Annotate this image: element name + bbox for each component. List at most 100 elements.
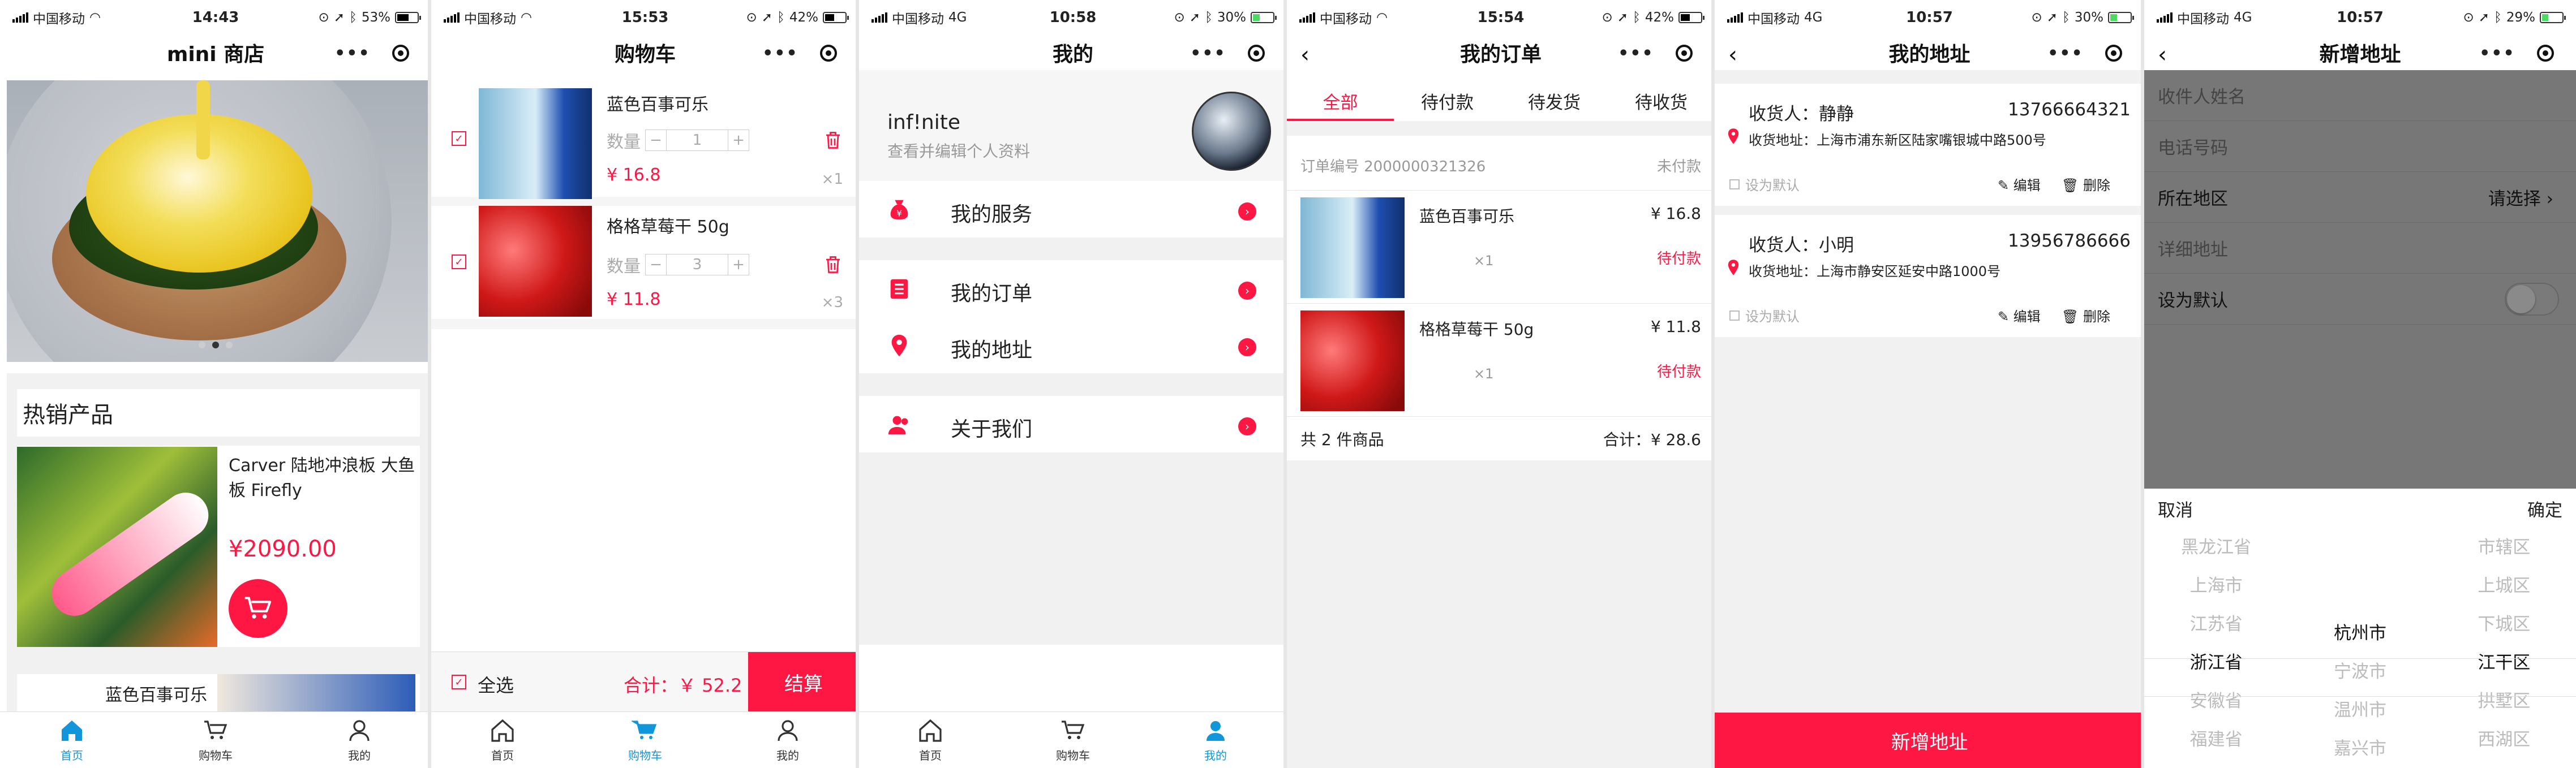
tab-home[interactable]: 首页 bbox=[0, 712, 144, 768]
city-option[interactable]: 温州市 bbox=[2334, 691, 2386, 730]
close-miniapp-icon[interactable] bbox=[2536, 45, 2554, 62]
tab-home[interactable]: 首页 bbox=[431, 712, 574, 768]
province-option[interactable]: 浙江省 bbox=[2190, 644, 2243, 682]
menu-item-service[interactable]: ¥ 我的服务 › bbox=[859, 181, 1287, 238]
delete-button[interactable]: 🗑 删除 bbox=[2062, 305, 2110, 325]
tab-cart[interactable]: 购物车 bbox=[1002, 712, 1144, 768]
back-icon[interactable]: ‹ bbox=[2158, 42, 2167, 68]
district-option[interactable]: 滨江区 bbox=[2478, 759, 2530, 768]
district-option[interactable]: 下城区 bbox=[2478, 605, 2530, 644]
more-icon[interactable]: ••• bbox=[334, 44, 371, 63]
item-image[interactable] bbox=[479, 88, 592, 199]
province-option[interactable]: 上海市 bbox=[2190, 567, 2243, 605]
province-option[interactable]: 福建省 bbox=[2190, 720, 2243, 759]
page-title: 购物车 bbox=[614, 43, 676, 66]
city-option[interactable]: 杭州市 bbox=[2334, 614, 2386, 653]
minus-button[interactable]: − bbox=[646, 130, 666, 150]
edit-button[interactable]: ✎ 编辑 bbox=[1998, 174, 2041, 194]
cancel-button[interactable]: 取消 bbox=[2158, 496, 2193, 521]
profile-card[interactable]: inf!nite 查看并编辑个人资料 bbox=[859, 70, 1287, 181]
menu-item-about[interactable]: 关于我们 › bbox=[859, 396, 1287, 452]
city-option[interactable]: 宁波市 bbox=[2334, 653, 2386, 691]
confirm-button[interactable]: 确定 bbox=[2527, 496, 2562, 521]
indicator-dot[interactable] bbox=[226, 342, 233, 348]
order-card[interactable]: 订单编号 2000000321326 未付款 蓝色百事可乐 ¥ 16.8 ×1 待… bbox=[1287, 136, 1715, 460]
menu-item-address[interactable]: 我的地址 › bbox=[859, 317, 1287, 373]
bluetooth-icon: ᛒ bbox=[2062, 10, 2070, 25]
district-option[interactable]: 拱墅区 bbox=[2478, 682, 2530, 720]
qty-input[interactable]: 3 bbox=[666, 254, 728, 275]
close-miniapp-icon[interactable] bbox=[2105, 45, 2122, 62]
more-icon[interactable]: ••• bbox=[2479, 44, 2515, 63]
minus-button[interactable]: − bbox=[646, 254, 666, 275]
region-field[interactable]: 所在地区 请选择 › bbox=[2144, 172, 2576, 223]
carrier: 中国移动 bbox=[464, 12, 516, 27]
banner-carousel[interactable] bbox=[7, 80, 431, 362]
set-default-checkbox[interactable]: 设为默认 bbox=[1729, 174, 1800, 194]
province-option[interactable]: 黑龙江省 bbox=[2181, 528, 2251, 567]
tab-mine[interactable]: 我的 bbox=[1144, 712, 1287, 768]
name-field[interactable]: 收件人姓名 bbox=[2144, 70, 2576, 121]
qty-input[interactable]: 1 bbox=[666, 130, 728, 150]
tab-cart[interactable]: 购物车 bbox=[574, 712, 716, 768]
back-icon[interactable]: ‹ bbox=[1300, 42, 1310, 68]
tab-mine[interactable]: 我的 bbox=[287, 712, 431, 768]
indicator-dot-active[interactable] bbox=[212, 342, 219, 348]
more-icon[interactable]: ••• bbox=[1618, 44, 1654, 63]
detail-field[interactable]: 详细地址 bbox=[2144, 223, 2576, 274]
close-miniapp-icon[interactable] bbox=[819, 45, 837, 62]
district-option[interactable]: 上城区 bbox=[2478, 567, 2530, 605]
district-option[interactable]: 江干区 bbox=[2478, 644, 2530, 682]
item-image[interactable] bbox=[479, 206, 592, 317]
close-miniapp-icon[interactable] bbox=[1675, 45, 1693, 62]
delete-button[interactable]: 🗑 删除 bbox=[2062, 174, 2110, 194]
menu-item-orders[interactable]: 我的订单 › bbox=[859, 260, 1287, 317]
close-miniapp-icon[interactable] bbox=[1247, 45, 1265, 62]
plus-button[interactable]: + bbox=[728, 254, 749, 275]
signal-icon bbox=[12, 12, 28, 23]
address-card[interactable]: 收货人：小明 13956786666 收货地址：上海市静安区延安中路1000号 … bbox=[1715, 215, 2144, 337]
checkout-button[interactable]: 结算 bbox=[748, 652, 859, 712]
more-icon[interactable]: ••• bbox=[762, 44, 798, 63]
product-image[interactable] bbox=[17, 447, 217, 647]
address-card[interactable]: 收货人：静静 13766664321 收货地址：上海市浦东新区陆家嘴银城中路50… bbox=[1715, 84, 2144, 206]
close-miniapp-icon[interactable] bbox=[392, 45, 409, 62]
city-column[interactable]: 杭州市 宁波市 温州市 嘉兴市 bbox=[2288, 528, 2432, 768]
tab-cart[interactable]: 购物车 bbox=[144, 712, 287, 768]
tab-mine[interactable]: 我的 bbox=[716, 712, 859, 768]
set-default-checkbox[interactable]: 设为默认 bbox=[1729, 305, 1800, 325]
select-all-checkbox[interactable]: ✓ bbox=[452, 675, 466, 689]
receiver-phone: 13956786666 bbox=[2008, 231, 2131, 251]
tab-unpaid[interactable]: 待付款 bbox=[1394, 70, 1501, 121]
default-toggle[interactable] bbox=[2505, 282, 2559, 316]
province-option[interactable]: 江西省 bbox=[2190, 759, 2243, 768]
delete-icon[interactable] bbox=[823, 129, 843, 152]
more-icon[interactable]: ••• bbox=[2047, 44, 2084, 63]
plus-button[interactable]: + bbox=[728, 130, 749, 150]
product-card[interactable]: Carver 陆地冲浪板 大鱼板 Firefly ¥2090.00 bbox=[17, 446, 420, 647]
district-option[interactable]: 市辖区 bbox=[2478, 528, 2530, 567]
tab-to-ship[interactable]: 待发货 bbox=[1501, 70, 1608, 121]
tab-all[interactable]: 全部 bbox=[1287, 70, 1394, 121]
city-option[interactable]: 嘉兴市 bbox=[2334, 730, 2386, 768]
more-icon[interactable]: ••• bbox=[1190, 44, 1226, 63]
item-checkbox[interactable]: ✓ bbox=[452, 254, 466, 269]
edit-button[interactable]: ✎ 编辑 bbox=[1998, 305, 2041, 325]
district-column[interactable]: 市辖区上城区下城区江干区拱墅区西湖区滨江区 bbox=[2432, 528, 2576, 768]
province-column[interactable]: 黑龙江省上海市江苏省浙江省安徽省福建省江西省 bbox=[2144, 528, 2288, 768]
receiver-phone: 13766664321 bbox=[2008, 100, 2131, 120]
back-icon[interactable]: ‹ bbox=[1728, 42, 1737, 68]
avatar[interactable] bbox=[1192, 92, 1271, 171]
district-option[interactable]: 西湖区 bbox=[2478, 720, 2530, 759]
tab-home[interactable]: 首页 bbox=[859, 712, 1002, 768]
province-option[interactable]: 江苏省 bbox=[2190, 605, 2243, 644]
select-all-label[interactable]: 全选 bbox=[478, 671, 514, 697]
tab-to-receive[interactable]: 待收货 bbox=[1608, 70, 1715, 121]
indicator-dot[interactable] bbox=[199, 342, 205, 348]
phone-field[interactable]: 电话号码 bbox=[2144, 121, 2576, 172]
province-option[interactable]: 安徽省 bbox=[2190, 682, 2243, 720]
item-checkbox[interactable]: ✓ bbox=[452, 131, 466, 146]
add-address-button[interactable]: 新增地址 bbox=[1715, 713, 2144, 768]
delete-icon[interactable] bbox=[823, 253, 843, 276]
add-to-cart-button[interactable] bbox=[229, 579, 287, 638]
